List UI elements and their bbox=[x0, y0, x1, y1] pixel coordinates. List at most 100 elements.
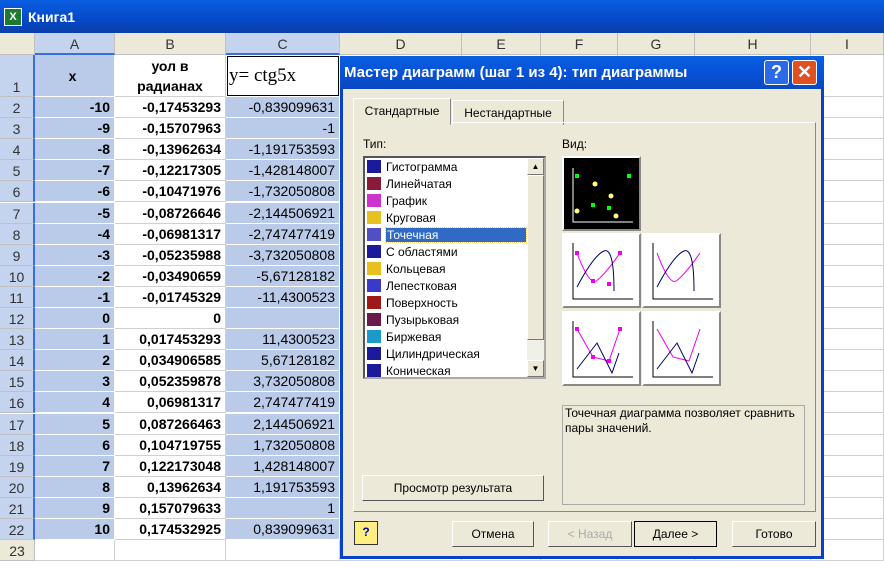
cell-b[interactable]: -0,15707963 bbox=[115, 118, 226, 140]
cell-a[interactable]: -2 bbox=[35, 265, 115, 287]
cell-b[interactable]: -0,03490659 bbox=[115, 265, 226, 287]
back-button[interactable]: < Назад bbox=[548, 521, 632, 547]
row-header[interactable]: 6 bbox=[0, 181, 35, 203]
column-header-b[interactable]: B bbox=[115, 33, 226, 55]
row-header[interactable]: 2 bbox=[0, 97, 35, 118]
cell-c[interactable]: -5,67128182 bbox=[226, 265, 340, 287]
column-header-g[interactable]: G bbox=[618, 33, 695, 55]
cell-c[interactable]: 2,144506921 bbox=[226, 413, 340, 435]
corner-cell[interactable] bbox=[0, 33, 35, 55]
cell-b[interactable]: 0,104719755 bbox=[115, 434, 226, 456]
cell-b[interactable]: 0 bbox=[115, 308, 226, 329]
cell-c[interactable]: 11,4300523 bbox=[226, 329, 340, 351]
preview-result-button[interactable]: Просмотр результата bbox=[362, 475, 544, 501]
cell-a[interactable]: -8 bbox=[35, 139, 115, 161]
cell-c[interactable]: 1 bbox=[226, 497, 340, 519]
row-header[interactable]: 15 bbox=[0, 371, 35, 393]
cell-c[interactable]: -0,839099631 bbox=[226, 97, 340, 118]
cell-b[interactable]: 0,017453293 bbox=[115, 329, 226, 351]
row-header[interactable]: 3 bbox=[0, 118, 35, 140]
cell-a[interactable] bbox=[35, 540, 115, 562]
row-header[interactable]: 19 bbox=[0, 455, 35, 477]
cell-a1[interactable]: x bbox=[35, 55, 115, 97]
cell-a[interactable]: -1 bbox=[35, 286, 115, 308]
cell-a[interactable]: 10 bbox=[35, 519, 115, 540]
subtype-smooth-markers[interactable] bbox=[562, 233, 641, 308]
row-header[interactable]: 1 bbox=[0, 55, 35, 97]
cell-a[interactable]: -7 bbox=[35, 160, 115, 182]
subtype-scatter-markers[interactable] bbox=[562, 156, 641, 231]
cell-c[interactable]: 0,839099631 bbox=[226, 519, 340, 540]
column-header-a[interactable]: A bbox=[35, 33, 115, 55]
column-header-i[interactable]: I bbox=[811, 33, 884, 55]
cell-a[interactable]: 0 bbox=[35, 308, 115, 329]
cell-b1[interactable]: уол в радианах bbox=[115, 55, 226, 97]
cell-c1[interactable]: y= ctg5x bbox=[227, 56, 339, 96]
cell-b[interactable]: -0,10471976 bbox=[115, 181, 226, 203]
row-header[interactable]: 20 bbox=[0, 476, 35, 498]
cell-c[interactable]: -1,428148007 bbox=[226, 160, 340, 182]
cell-b[interactable]: 0,087266463 bbox=[115, 413, 226, 435]
column-header-f[interactable]: F bbox=[541, 33, 618, 55]
cell-c[interactable]: 3,732050808 bbox=[226, 371, 340, 393]
cell-b[interactable]: -0,13962634 bbox=[115, 139, 226, 161]
scroll-thumb[interactable] bbox=[527, 175, 544, 340]
cell-a[interactable]: 2 bbox=[35, 350, 115, 372]
row-header[interactable]: 11 bbox=[0, 286, 35, 308]
chart-type-item[interactable]: Кольцевая bbox=[365, 260, 544, 277]
cell-c[interactable]: 1,428148007 bbox=[226, 455, 340, 477]
column-header-h[interactable]: H bbox=[695, 33, 811, 55]
cell-a[interactable]: 1 bbox=[35, 329, 115, 351]
cell-b[interactable]: -0,12217305 bbox=[115, 160, 226, 182]
row-header[interactable]: 14 bbox=[0, 350, 35, 372]
row-header[interactable]: 23 bbox=[0, 540, 35, 562]
row-header[interactable]: 5 bbox=[0, 160, 35, 182]
subtype-line-markers[interactable] bbox=[562, 311, 641, 386]
chart-type-item[interactable]: Гистограмма bbox=[365, 158, 544, 175]
chart-type-item[interactable]: Круговая bbox=[365, 209, 544, 226]
cell-a[interactable]: 5 bbox=[35, 413, 115, 435]
row-header[interactable]: 18 bbox=[0, 434, 35, 456]
cell-c[interactable]: -2,144506921 bbox=[226, 202, 340, 224]
row-header[interactable]: 17 bbox=[0, 413, 35, 435]
chart-type-item[interactable]: Цилиндрическая bbox=[365, 345, 544, 362]
row-header[interactable]: 9 bbox=[0, 244, 35, 266]
cell-c[interactable]: -1,732050808 bbox=[226, 181, 340, 203]
chart-type-item[interactable]: Поверхность bbox=[365, 294, 544, 311]
cell-a[interactable]: 6 bbox=[35, 434, 115, 456]
cell-c[interactable]: 1,732050808 bbox=[226, 434, 340, 456]
row-header[interactable]: 12 bbox=[0, 308, 35, 329]
cell-b[interactable] bbox=[115, 540, 226, 562]
tab-standard[interactable]: Стандартные bbox=[353, 98, 451, 125]
scrollbar[interactable]: ▲ ▼ bbox=[527, 158, 544, 377]
cell-a[interactable]: 8 bbox=[35, 476, 115, 498]
cell-a[interactable]: -9 bbox=[35, 118, 115, 140]
row-header[interactable]: 4 bbox=[0, 139, 35, 161]
cell-b[interactable]: -0,08726646 bbox=[115, 202, 226, 224]
row-header[interactable]: 22 bbox=[0, 519, 35, 540]
cell-a[interactable]: -10 bbox=[35, 97, 115, 118]
cell-b[interactable]: 0,034906585 bbox=[115, 350, 226, 372]
cancel-button[interactable]: Отмена bbox=[452, 521, 534, 547]
cell-c[interactable]: -11,4300523 bbox=[226, 286, 340, 308]
cell-b[interactable]: 0,122173048 bbox=[115, 455, 226, 477]
row-header[interactable]: 8 bbox=[0, 223, 35, 245]
cell-c[interactable]: 1,191753593 bbox=[226, 476, 340, 498]
column-header-c[interactable]: C bbox=[226, 33, 340, 55]
chart-type-item[interactable]: С областями bbox=[365, 243, 544, 260]
chart-type-item[interactable]: Биржевая bbox=[365, 328, 544, 345]
cell-a[interactable]: -5 bbox=[35, 202, 115, 224]
row-header[interactable]: 13 bbox=[0, 329, 35, 351]
subtype-smooth-lines[interactable] bbox=[642, 233, 721, 308]
chart-type-list[interactable]: Гистограмма Линейчатая График Круговая Точеч… bbox=[363, 156, 546, 379]
cell-b[interactable]: -0,01745329 bbox=[115, 286, 226, 308]
cell-a[interactable]: 7 bbox=[35, 455, 115, 477]
cell-c[interactable]: -3,732050808 bbox=[226, 244, 340, 266]
chart-type-item[interactable]: График bbox=[365, 192, 544, 209]
close-button[interactable]: ✕ bbox=[792, 60, 817, 85]
cell-b[interactable]: -0,06981317 bbox=[115, 223, 226, 245]
chart-type-item[interactable]: Линейчатая bbox=[365, 175, 544, 192]
office-assistant-icon[interactable]: ? bbox=[354, 521, 378, 545]
cell-c[interactable] bbox=[226, 540, 340, 562]
cell-c[interactable]: 2,747477419 bbox=[226, 392, 340, 414]
